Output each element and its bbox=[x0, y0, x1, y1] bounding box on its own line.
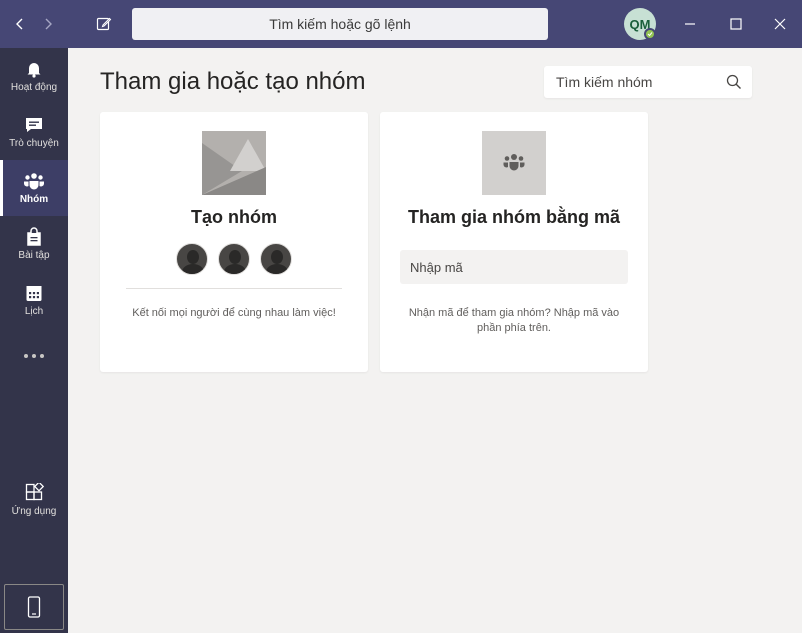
assignments-icon bbox=[27, 227, 41, 246]
rail-label-calendar: Lịch bbox=[24, 306, 44, 317]
calendar-icon bbox=[26, 286, 42, 301]
create-team-description: Kết nối mọi người để cùng nhau làm việc! bbox=[132, 307, 336, 319]
rail-item-activity[interactable]: Hoạt động bbox=[0, 48, 68, 104]
join-team-description: Nhận mã để tham gia nhóm? Nhập mã vào ph… bbox=[408, 307, 620, 334]
mobile-device-button[interactable] bbox=[4, 584, 64, 630]
app-rail: Hoạt động Trò chuyện Nhóm Bài tập Lịch Ứ… bbox=[0, 48, 68, 633]
search-icon[interactable] bbox=[726, 74, 742, 90]
rail-label-apps: Ứng dụng bbox=[11, 506, 57, 517]
join-team-title: Tham gia nhóm bằng mã bbox=[407, 207, 621, 227]
chat-icon bbox=[26, 118, 42, 132]
bell-icon bbox=[27, 63, 41, 78]
teams-icon bbox=[24, 173, 44, 190]
rail-label-teams: Nhóm bbox=[19, 194, 49, 205]
minimize-button[interactable] bbox=[674, 8, 706, 40]
status-available-icon bbox=[644, 28, 656, 40]
member-avatars bbox=[176, 243, 292, 275]
title-bar: Tìm kiếm hoặc gõ lệnh QM bbox=[0, 0, 802, 48]
rail-label-activity: Hoạt động bbox=[10, 82, 58, 93]
join-team-icon bbox=[482, 131, 546, 195]
rail-item-assignments[interactable]: Bài tập bbox=[0, 216, 68, 272]
maximize-button[interactable] bbox=[720, 8, 752, 40]
minimize-icon bbox=[685, 23, 695, 25]
phone-icon bbox=[27, 596, 41, 618]
rail-item-calendar[interactable]: Lịch bbox=[0, 272, 68, 328]
member-avatar-icon bbox=[218, 243, 250, 275]
command-search-placeholder: Tìm kiếm hoặc gõ lệnh bbox=[269, 16, 411, 32]
rail-label-assignments: Bài tập bbox=[18, 250, 50, 261]
chevron-left-icon bbox=[16, 18, 23, 30]
new-chat-button[interactable] bbox=[92, 12, 116, 36]
member-avatar-icon bbox=[176, 243, 208, 275]
team-search-input[interactable] bbox=[556, 74, 716, 90]
chevron-right-icon bbox=[45, 18, 52, 30]
rail-item-apps[interactable]: Ứng dụng bbox=[0, 472, 68, 528]
team-search-box[interactable] bbox=[544, 66, 752, 98]
close-button[interactable] bbox=[764, 8, 796, 40]
apps-icon bbox=[25, 483, 44, 501]
card-divider bbox=[126, 288, 342, 289]
forward-button[interactable] bbox=[36, 12, 60, 36]
more-dot bbox=[32, 354, 36, 358]
rail-item-chat[interactable]: Trò chuyện bbox=[0, 104, 68, 160]
close-icon bbox=[774, 18, 786, 30]
create-team-title: Tạo nhóm bbox=[191, 207, 277, 227]
member-avatar-icon bbox=[260, 243, 292, 275]
back-button[interactable] bbox=[8, 12, 32, 36]
more-dot bbox=[40, 354, 44, 358]
rail-item-teams[interactable]: Nhóm bbox=[0, 160, 68, 216]
more-apps-button[interactable] bbox=[0, 344, 68, 368]
join-team-card: Tham gia nhóm bằng mã Nhận mã để tham gi… bbox=[380, 112, 648, 372]
team-code-input[interactable] bbox=[400, 250, 628, 284]
page-title: Tham gia hoặc tạo nhóm bbox=[100, 68, 366, 95]
command-search-bar[interactable]: Tìm kiếm hoặc gõ lệnh bbox=[132, 8, 548, 40]
create-team-card[interactable]: Tạo nhóm Kết nối mọi người để cùng nhau … bbox=[100, 112, 368, 372]
rail-label-chat: Trò chuyện bbox=[9, 138, 59, 149]
team-image-placeholder-icon bbox=[202, 131, 266, 195]
maximize-icon bbox=[730, 18, 742, 30]
more-dot bbox=[24, 354, 28, 358]
compose-icon bbox=[96, 17, 112, 31]
